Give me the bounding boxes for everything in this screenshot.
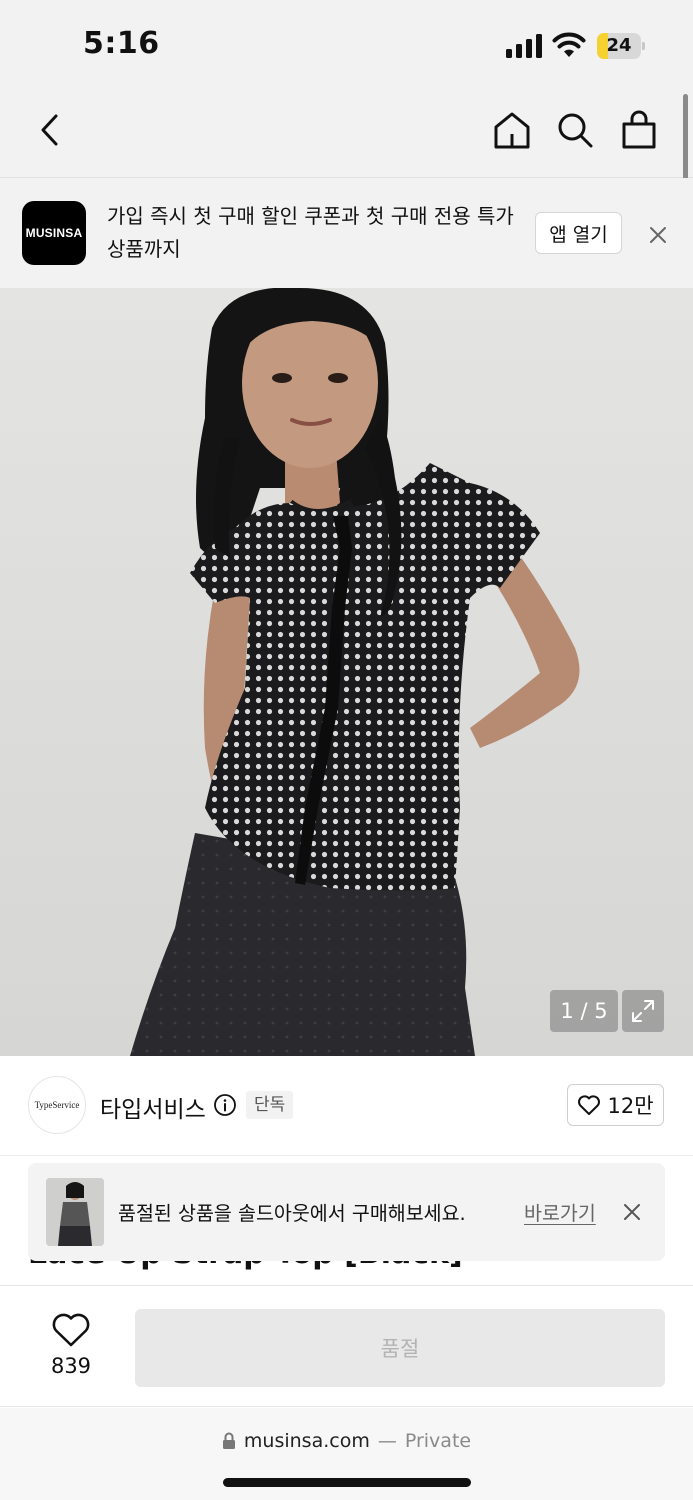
close-icon: [624, 1204, 640, 1220]
image-counter: 1 / 5: [550, 990, 618, 1032]
url-domain: musinsa.com: [243, 1430, 370, 1452]
brand-like-count: 12만: [607, 1094, 654, 1118]
toast-product-thumbnail: [46, 1178, 104, 1246]
app-banner-message: 가입 즉시 첫 구매 할인 쿠폰과 첫 구매 전용 특가 상품까지: [107, 204, 514, 261]
product-photo: [130, 288, 580, 1056]
shopping-bag-icon: [622, 110, 656, 149]
soldout-button[interactable]: 품절: [135, 1309, 665, 1387]
brand-like-button[interactable]: 12만: [567, 1084, 664, 1126]
browser-bar: musinsa.com — Private: [0, 1408, 693, 1500]
close-icon: [650, 227, 666, 243]
status-time: 5:16: [83, 26, 160, 61]
toast-close-button[interactable]: [618, 1198, 646, 1226]
brand-row: TypeService 타입서비스 단독 12만: [0, 1056, 693, 1156]
status-bar: 5:16 24: [0, 0, 693, 90]
exclusive-badge: 단독: [246, 1091, 294, 1119]
expand-icon: [632, 1000, 654, 1022]
heart-icon: [52, 1313, 90, 1347]
battery-icon: 24: [597, 33, 645, 59]
private-mode-label: Private: [404, 1430, 472, 1452]
expand-image-button[interactable]: [622, 990, 664, 1032]
back-button[interactable]: [28, 108, 72, 152]
soldout-toast: 품절된 상품을 솔드아웃에서 구매해보세요. 바로가기: [28, 1163, 665, 1261]
url-separator: —: [377, 1430, 397, 1452]
brand-logo[interactable]: TypeService: [28, 1076, 86, 1134]
action-bar: 839 품절: [0, 1285, 693, 1407]
search-button[interactable]: [553, 108, 597, 152]
product-image[interactable]: 1 / 5: [0, 288, 693, 1056]
home-icon: [494, 112, 530, 149]
search-icon: [558, 113, 593, 148]
cellular-signal-icon: [506, 34, 542, 58]
cart-button[interactable]: [617, 108, 661, 152]
home-button[interactable]: [490, 108, 534, 152]
banner-close-button[interactable]: [643, 220, 673, 250]
nav-bar: [0, 90, 693, 178]
battery-level: 24: [606, 35, 632, 56]
heart-icon: [578, 1095, 601, 1115]
url-bar[interactable]: musinsa.com — Private: [0, 1430, 693, 1452]
home-indicator[interactable]: [223, 1478, 471, 1487]
wishlist-count: 839: [50, 1354, 92, 1378]
lock-icon: [222, 1432, 235, 1449]
musinsa-logo: MUSINSA: [22, 201, 86, 265]
brand-name[interactable]: 타입서비스: [100, 1090, 206, 1124]
wifi-icon: [552, 32, 586, 57]
open-app-button[interactable]: 앱 열기: [535, 212, 622, 254]
soldout-toast-link[interactable]: 바로가기: [524, 1197, 596, 1226]
info-icon[interactable]: [213, 1093, 237, 1117]
soldout-toast-message: 품절된 상품을 솔드아웃에서 구매해보세요.: [118, 1202, 466, 1225]
app-install-banner: MUSINSA 가입 즉시 첫 구매 할인 쿠폰과 첫 구매 전용 특가 상품까…: [0, 178, 693, 288]
chevron-left-icon: [41, 114, 58, 146]
wishlist-button[interactable]: 839: [34, 1312, 108, 1382]
